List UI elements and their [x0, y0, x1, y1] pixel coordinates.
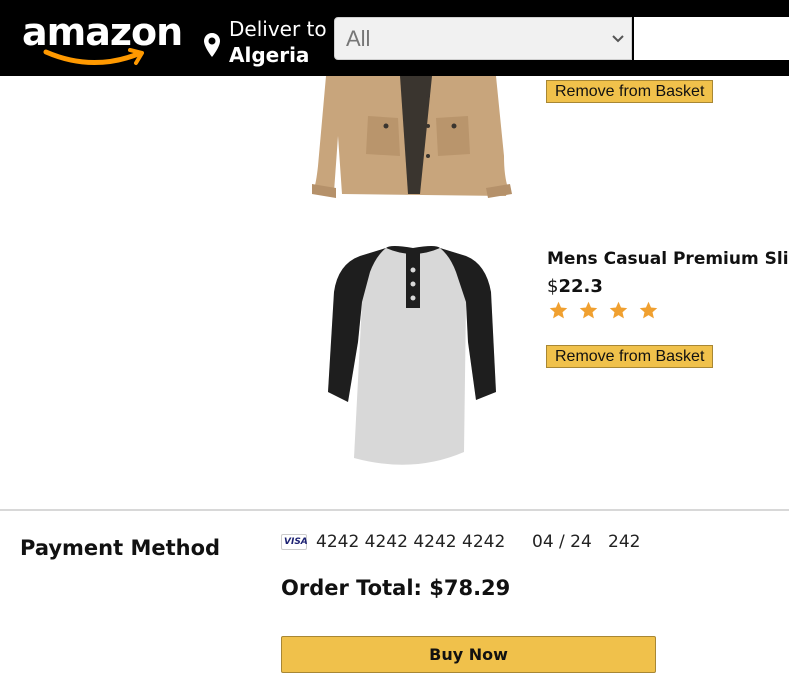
- star-icon: [579, 301, 598, 319]
- visa-card-icon: VISA: [281, 534, 308, 550]
- star-icon: [549, 301, 568, 319]
- order-total: Order Total: $78.29: [281, 576, 511, 600]
- star-rating: [548, 300, 659, 321]
- payment-method-heading: Payment Method: [20, 536, 221, 560]
- product-image-jacket[interactable]: [308, 76, 518, 206]
- product-image-shirt[interactable]: [326, 242, 500, 472]
- basket-item-shirt: Mens Casual Premium Slim Fit T-Shirts $2…: [0, 230, 789, 500]
- remove-from-basket-button[interactable]: Remove from Basket: [546, 345, 714, 368]
- card-expiry-field[interactable]: 04 / 24: [532, 532, 592, 552]
- card-cvc-field[interactable]: 242: [608, 532, 640, 552]
- buy-now-button[interactable]: Buy Now: [281, 636, 656, 673]
- star-icon: [639, 301, 658, 319]
- star-icon: [609, 301, 628, 319]
- card-brand: VISA: [284, 537, 308, 547]
- price-value: 22.3: [558, 276, 603, 297]
- product-title[interactable]: Mens Casual Premium Slim Fit T-Shirts: [547, 249, 789, 269]
- basket-item-jacket: Remove from Basket: [0, 0, 789, 230]
- product-price: $22.3: [547, 276, 603, 297]
- remove-from-basket-button[interactable]: Remove from Basket: [546, 80, 714, 103]
- section-divider: [0, 509, 789, 511]
- card-input[interactable]: VISA 4242 4242 4242 4242 04 / 24 242: [281, 530, 781, 554]
- price-currency: $: [547, 276, 559, 297]
- card-number-field[interactable]: 4242 4242 4242 4242: [316, 532, 505, 552]
